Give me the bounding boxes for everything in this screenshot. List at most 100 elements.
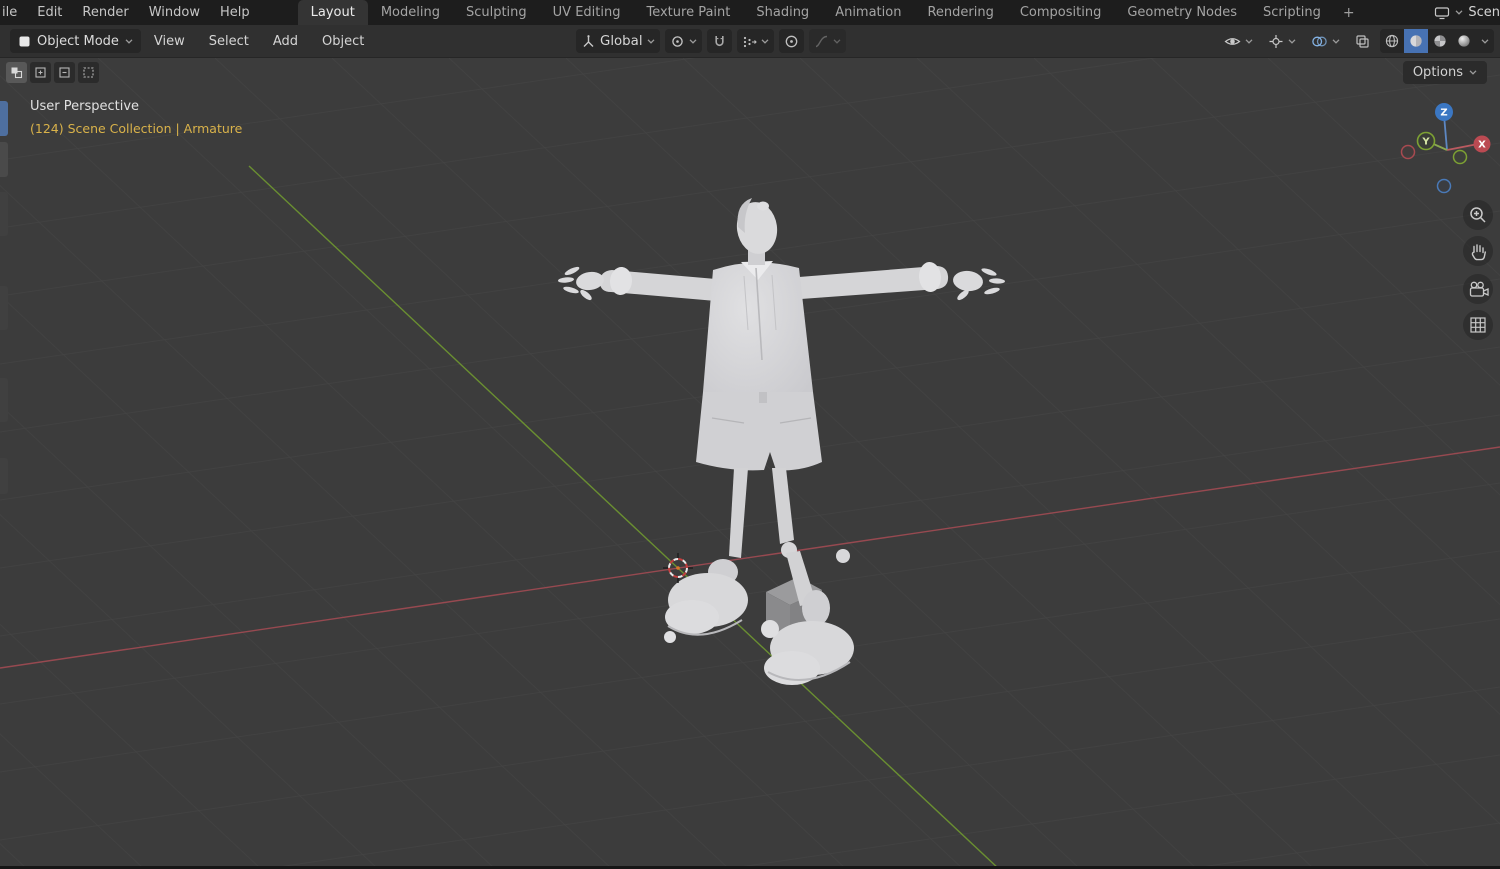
xray-toggle[interactable] [1350,29,1375,53]
menu-select[interactable]: Select [198,34,260,49]
material-shading-button[interactable] [1428,29,1452,53]
tab-geometry-nodes[interactable]: Geometry Nodes [1114,0,1250,25]
gizmo-x-label: X [1478,140,1486,151]
tab-modeling[interactable]: Modeling [368,0,453,25]
toolbar-tool-button[interactable] [0,458,8,494]
breadcrumb: (124) Scene Collection | Armature [30,121,243,136]
chevron-down-icon [1245,38,1253,44]
rendered-shading-button[interactable] [1452,29,1476,53]
shading-mode-group [1380,29,1494,53]
tab-sculpting[interactable]: Sculpting [453,0,540,25]
pivot-icon [670,34,685,49]
snap-toggle[interactable] [706,29,732,53]
workspace-tabs: Layout Modeling Sculpting UV Editing Tex… [297,0,1364,25]
xray-icon [1355,34,1370,49]
select-mode-new-button[interactable] [6,62,27,83]
rendered-shading-icon [1456,33,1472,49]
zoom-icon [1470,207,1486,223]
toolbar-active-tool-button[interactable] [0,101,8,136]
ortho-grid-icon [1470,317,1486,333]
object-visibility-dropdown[interactable] [1219,29,1258,53]
snap-settings-icon [742,34,757,49]
select-mode-extend-button[interactable] [30,62,51,83]
solid-shading-icon [1408,33,1424,49]
add-workspace-button[interactable]: + [1334,0,1364,25]
menu-file[interactable]: ile [0,0,27,25]
tab-rendering[interactable]: Rendering [914,0,1006,25]
transform-orientation-dropdown[interactable]: Global [576,29,660,53]
scene-icon [1434,6,1450,20]
chevron-down-icon [833,38,840,44]
chevron-down-icon [125,38,133,44]
proportional-edit-icon [784,34,799,49]
options-label: Options [1412,65,1463,80]
blender-window: ile Edit Render Window Help Layout Model… [0,0,1500,869]
gizmo-y-negative[interactable] [1452,149,1468,165]
falloff-dropdown[interactable] [808,29,846,53]
menu-object[interactable]: Object [311,34,375,49]
tab-shading[interactable]: Shading [743,0,822,25]
show-overlays-dropdown[interactable] [1306,29,1345,53]
tab-compositing[interactable]: Compositing [1007,0,1115,25]
scene-selector[interactable]: Scen [1434,0,1500,25]
menu-edit[interactable]: Edit [27,0,72,25]
chevron-down-icon [1455,10,1463,15]
wireframe-shading-icon [1384,33,1400,49]
chevron-down-icon [761,38,768,44]
options-dropdown[interactable]: Options [1402,61,1487,84]
gizmo-z-negative[interactable] [1436,178,1452,194]
orientation-label: Global [600,33,643,49]
tab-layout[interactable]: Layout [297,0,368,25]
menu-help[interactable]: Help [210,0,260,25]
snap-settings-dropdown[interactable] [736,29,774,53]
proportional-edit-toggle[interactable] [778,29,804,53]
ortho-toggle-button[interactable] [1463,310,1493,340]
menu-render[interactable]: Render [72,0,138,25]
falloff-curve-icon [814,34,829,49]
zoom-button[interactable] [1463,200,1493,230]
select-mode-subtract-button[interactable] [54,62,75,83]
tab-texture-paint[interactable]: Texture Paint [633,0,743,25]
show-gizmo-dropdown[interactable] [1263,29,1301,53]
orientation-icon [581,34,596,49]
menu-view[interactable]: View [143,34,196,49]
mode-dropdown[interactable]: Object Mode [10,29,141,53]
pan-button[interactable] [1463,236,1493,266]
tab-scripting[interactable]: Scripting [1250,0,1334,25]
gizmo-x-negative[interactable] [1400,144,1416,160]
chevron-down-icon [689,38,696,44]
shading-options-dropdown[interactable] [1476,38,1494,44]
visibility-eye-icon [1224,34,1241,49]
select-mode-group [6,62,99,83]
mode-label: Object Mode [37,33,119,49]
menu-add[interactable]: Add [262,34,309,49]
main-menus: ile Edit Render Window Help [0,0,260,25]
object-mode-icon [18,35,31,48]
solid-shading-button[interactable] [1404,29,1428,53]
topbar: ile Edit Render Window Help Layout Model… [0,0,1500,25]
toolbar-tool-button[interactable] [0,192,8,236]
toolbar-tool-button[interactable] [0,142,8,177]
select-mode-intersect-button[interactable] [78,62,99,83]
camera-view-button[interactable] [1463,274,1493,304]
pan-hand-icon [1471,244,1486,261]
overlays-icon [1311,34,1328,49]
navigation-gizmo[interactable]: Z X Y [1395,95,1500,205]
menu-window[interactable]: Window [139,0,210,25]
view-perspective-label: User Perspective [30,99,140,114]
gizmo-icon [1268,34,1284,49]
tab-animation[interactable]: Animation [822,0,914,25]
chevron-down-icon [1332,38,1340,44]
chevron-down-icon [1481,38,1489,44]
tab-uv-editing[interactable]: UV Editing [540,0,634,25]
camera-view-icon [1469,281,1489,297]
gizmo-y-label: Y [1421,137,1430,148]
scene-name: Scen [1468,5,1500,20]
chevron-down-icon [1288,38,1296,44]
pivot-point-dropdown[interactable] [664,29,702,53]
magnet-icon [712,34,727,49]
wireframe-shading-button[interactable] [1380,29,1404,53]
toolbar-tool-button[interactable] [0,378,8,422]
gizmo-z-label: Z [1440,108,1447,119]
toolbar-tool-button[interactable] [0,286,8,330]
